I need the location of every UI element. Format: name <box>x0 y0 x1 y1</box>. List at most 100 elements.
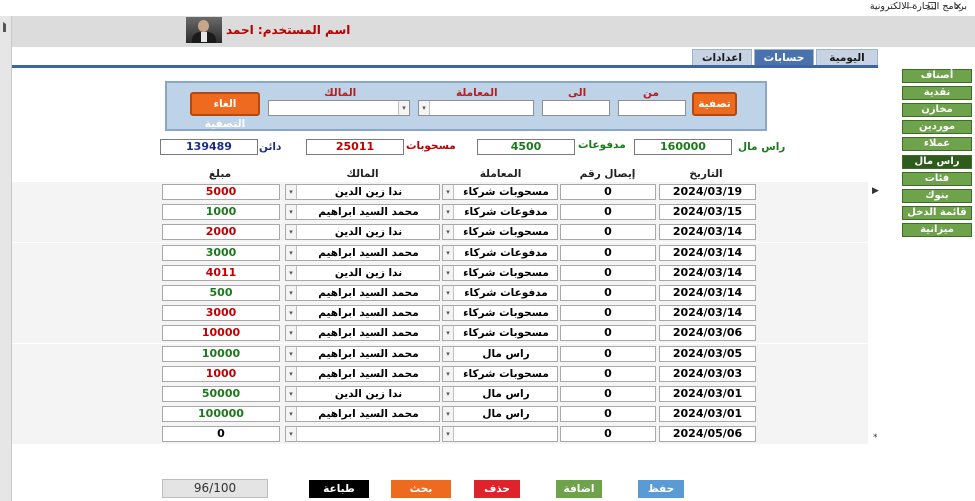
row-transaction-combo[interactable]: مدفوعات شركاء ▾ <box>442 204 558 220</box>
restore-icon[interactable]: ❐ <box>918 0 946 16</box>
filter-button[interactable]: تصفية <box>692 92 737 116</box>
row-transaction-combo[interactable]: راس مال ▾ <box>442 386 558 402</box>
row-transaction-combo[interactable]: مدفوعات شركاء ▾ <box>442 285 558 301</box>
row-receipt-cell[interactable]: 0 <box>560 204 656 220</box>
row-date-cell[interactable]: 2024/03/15 <box>659 204 756 220</box>
chevron-down-icon[interactable]: ▾ <box>443 326 454 340</box>
nav-items[interactable]: أصناف <box>902 69 972 83</box>
row-amount-cell[interactable]: 50000 <box>162 386 280 402</box>
row-receipt-cell[interactable]: 0 <box>560 366 656 382</box>
chevron-down-icon[interactable]: ▾ <box>286 407 297 421</box>
row-transaction-combo[interactable]: مسحوبات شركاء ▾ <box>442 224 558 240</box>
row-date-cell[interactable]: 2024/03/14 <box>659 224 756 240</box>
row-amount-cell[interactable]: 1000 <box>162 204 280 220</box>
row-owner-combo[interactable]: محمد السيد ابراهيم ▾ <box>285 245 440 261</box>
row-receipt-cell[interactable]: 0 <box>560 305 656 321</box>
chevron-down-icon[interactable]: ▾ <box>443 246 454 260</box>
chevron-down-icon[interactable]: ▾ <box>286 427 297 441</box>
chevron-down-icon[interactable]: ▾ <box>286 225 297 239</box>
row-receipt-cell[interactable]: 0 <box>560 406 656 422</box>
nav-balance-sheet[interactable]: ميزانية <box>902 223 972 237</box>
row-transaction-combo[interactable]: مسحوبات شركاء ▾ <box>442 366 558 382</box>
row-owner-combo[interactable]: محمد السيد ابراهيم ▾ <box>285 346 440 362</box>
chevron-down-icon[interactable]: ▾ <box>443 205 454 219</box>
row-receipt-cell[interactable]: 0 <box>560 184 656 200</box>
row-amount-cell[interactable]: 2000 <box>162 224 280 240</box>
nav-customers[interactable]: عملاء <box>902 137 972 151</box>
print-button[interactable]: طباعة <box>309 480 369 498</box>
nav-stores[interactable]: مخازن <box>902 103 972 117</box>
chevron-down-icon[interactable]: ▾ <box>443 266 454 280</box>
tab-settings[interactable]: اعدادات <box>692 49 752 65</box>
row-owner-combo[interactable]: محمد السيد ابراهيم ▾ <box>285 366 440 382</box>
row-date-cell[interactable]: 2024/05/06 <box>659 426 756 442</box>
row-transaction-combo[interactable]: مسحوبات شركاء ▾ <box>442 305 558 321</box>
nav-banks[interactable]: بنوك <box>902 189 972 203</box>
delete-button[interactable]: حذف <box>474 480 520 498</box>
chevron-down-icon[interactable]: ▾ <box>286 246 297 260</box>
tab-daily[interactable]: اليومية <box>816 49 878 65</box>
nav-categories[interactable]: فئات <box>902 172 972 186</box>
row-receipt-cell[interactable]: 0 <box>560 386 656 402</box>
row-transaction-combo[interactable]: راس مال ▾ <box>442 346 558 362</box>
chevron-down-icon[interactable]: ▾ <box>286 306 297 320</box>
row-date-cell[interactable]: 2024/03/05 <box>659 346 756 362</box>
row-owner-combo[interactable]: محمد السيد ابراهيم ▾ <box>285 285 440 301</box>
chevron-down-icon[interactable]: ▾ <box>286 367 297 381</box>
row-amount-cell[interactable]: 3000 <box>162 245 280 261</box>
row-receipt-cell[interactable]: 0 <box>560 325 656 341</box>
row-receipt-cell[interactable]: 0 <box>560 285 656 301</box>
row-date-cell[interactable]: 2024/03/01 <box>659 386 756 402</box>
chevron-down-icon[interactable]: ▾ <box>443 185 454 199</box>
row-date-cell[interactable]: 2024/03/14 <box>659 285 756 301</box>
row-receipt-cell[interactable]: 0 <box>560 426 656 442</box>
nav-suppliers[interactable]: موردين <box>902 120 972 134</box>
add-button[interactable]: اضافة <box>556 480 602 498</box>
chevron-down-icon[interactable]: ▾ <box>286 185 297 199</box>
chevron-down-icon[interactable]: ▾ <box>443 225 454 239</box>
chevron-down-icon[interactable]: ▾ <box>443 347 454 361</box>
close-icon[interactable]: ✕ <box>944 0 972 16</box>
search-button[interactable]: بحث <box>391 480 451 498</box>
row-owner-combo[interactable]: ▾ <box>285 426 440 442</box>
nav-cash[interactable]: نقدية <box>902 86 972 100</box>
row-amount-cell[interactable]: 500 <box>162 285 280 301</box>
row-owner-combo[interactable]: محمد السيد ابراهيم ▾ <box>285 406 440 422</box>
nav-income-statement[interactable]: قائمة الدخل <box>902 206 972 220</box>
chevron-down-icon[interactable]: ▾ <box>286 326 297 340</box>
clear-filter-button[interactable]: الغاء التصفية <box>190 92 260 130</box>
chevron-down-icon[interactable]: ▾ <box>286 347 297 361</box>
filter-transaction-select[interactable]: ▾ <box>418 100 534 116</box>
chevron-down-icon[interactable]: ▾ <box>443 407 454 421</box>
row-amount-cell[interactable]: 3000 <box>162 305 280 321</box>
chevron-down-icon[interactable]: ▾ <box>443 367 454 381</box>
chevron-down-icon[interactable]: ▾ <box>286 205 297 219</box>
row-owner-combo[interactable]: ندا زين الدين ▾ <box>285 386 440 402</box>
row-owner-combo[interactable]: ندا زين الدين ▾ <box>285 224 440 240</box>
row-amount-cell[interactable]: 10000 <box>162 346 280 362</box>
row-amount-cell[interactable]: 100000 <box>162 406 280 422</box>
chevron-down-icon[interactable]: ▾ <box>398 101 409 115</box>
chevron-down-icon[interactable]: ▾ <box>419 101 430 115</box>
row-amount-cell[interactable]: 0 <box>162 426 280 442</box>
save-button[interactable]: حفظ <box>638 480 684 498</box>
nav-capital[interactable]: راس مال <box>902 155 972 169</box>
filter-from-input[interactable] <box>618 100 686 116</box>
row-date-cell[interactable]: 2024/03/06 <box>659 325 756 341</box>
row-amount-cell[interactable]: 5000 <box>162 184 280 200</box>
row-owner-combo[interactable]: محمد السيد ابراهيم ▾ <box>285 305 440 321</box>
tab-accounts[interactable]: حسابات <box>754 49 814 65</box>
chevron-down-icon[interactable]: ▾ <box>443 427 454 441</box>
chevron-down-icon[interactable]: ▾ <box>443 306 454 320</box>
chevron-down-icon[interactable]: ▾ <box>443 286 454 300</box>
row-date-cell[interactable]: 2024/03/14 <box>659 305 756 321</box>
row-transaction-combo[interactable]: ▾ <box>442 426 558 442</box>
row-date-cell[interactable]: 2024/03/03 <box>659 366 756 382</box>
row-amount-cell[interactable]: 10000 <box>162 325 280 341</box>
row-receipt-cell[interactable]: 0 <box>560 245 656 261</box>
left-scroll-strip[interactable] <box>0 16 12 501</box>
row-receipt-cell[interactable]: 0 <box>560 265 656 281</box>
row-date-cell[interactable]: 2024/03/14 <box>659 245 756 261</box>
row-date-cell[interactable]: 2024/03/14 <box>659 265 756 281</box>
chevron-down-icon[interactable]: ▾ <box>286 266 297 280</box>
